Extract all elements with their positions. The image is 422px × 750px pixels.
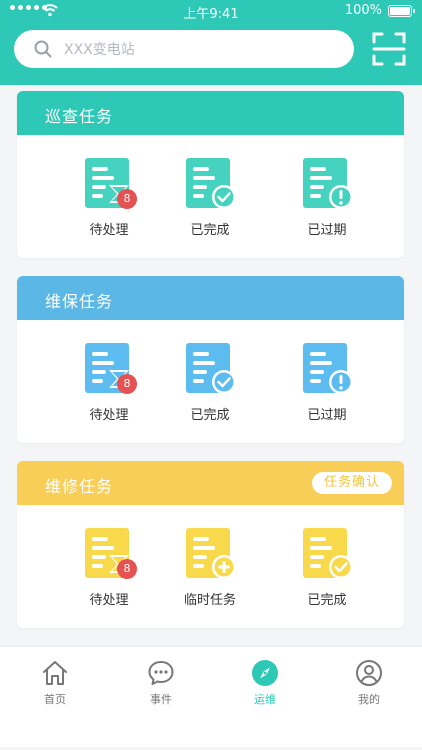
pending-count-badge: 8: [117, 559, 137, 579]
task-confirm-button[interactable]: 任务确认: [311, 472, 392, 494]
home-icon: [43, 661, 67, 685]
card-title: 维修任务: [45, 477, 114, 496]
battery-icon: [388, 5, 415, 17]
tab-label: 首页: [44, 693, 66, 706]
item-label: 已过期: [307, 408, 347, 423]
tab-label: 运维: [254, 693, 276, 706]
repair-temporary[interactable]: 临时任务: [160, 526, 260, 608]
item-label: 已完成: [190, 223, 230, 238]
document-alert-icon: [303, 343, 353, 394]
maintenance-completed[interactable]: 已完成: [160, 341, 260, 423]
tab-home[interactable]: 首页: [15, 659, 95, 707]
tab-label: 我的: [358, 693, 380, 706]
card-title: 维保任务: [45, 292, 114, 311]
search-icon: [34, 40, 52, 58]
document-add-icon: [186, 528, 236, 579]
card-title: 巡查任务: [45, 107, 114, 126]
tab-label: 事件: [150, 693, 172, 706]
item-label: 已完成: [190, 408, 230, 423]
search-input[interactable]: [62, 30, 346, 70]
maintenance-pending[interactable]: 8 待处理: [59, 341, 159, 423]
item-label: 待处理: [89, 593, 129, 608]
item-label: 已过期: [307, 223, 347, 238]
repair-completed[interactable]: 已完成: [277, 526, 377, 608]
repair-pending[interactable]: 8 待处理: [59, 526, 159, 608]
repair-task-card: 维修任务 任务确认 8 待处理 临时任务 已完成: [17, 461, 404, 628]
battery-level: 100%: [344, 3, 382, 18]
tab-operations[interactable]: 运维: [225, 659, 305, 707]
scan-icon[interactable]: [372, 32, 406, 66]
tab-events[interactable]: 事件: [121, 659, 201, 707]
search-bar[interactable]: [14, 30, 354, 70]
maintenance-task-card: 维保任务 8 待处理 已完成 已过期: [17, 276, 404, 443]
inspection-completed[interactable]: 已完成: [160, 156, 260, 238]
chat-bubble-icon: [148, 661, 174, 685]
item-label: 待处理: [89, 408, 129, 423]
inspection-expired[interactable]: 已过期: [277, 156, 377, 238]
document-check-icon: [186, 158, 236, 209]
document-check-icon: [186, 343, 236, 394]
document-check-icon: [303, 528, 353, 579]
status-bar: 上午9:41 100%: [0, 0, 422, 22]
inspection-task-card: 巡查任务 8 待处理 已完成 已过期: [17, 91, 404, 258]
inspection-pending[interactable]: 8 待处理: [59, 156, 159, 238]
maintenance-expired[interactable]: 已过期: [277, 341, 377, 423]
tab-profile[interactable]: 我的: [329, 659, 409, 707]
inspection-card-header: 巡查任务: [17, 91, 404, 135]
pending-count-badge: 8: [117, 374, 137, 394]
item-label: 临时任务: [183, 593, 236, 608]
user-icon: [356, 660, 382, 686]
maintenance-card-header: 维保任务: [17, 276, 404, 320]
item-label: 待处理: [89, 223, 129, 238]
compass-icon: [252, 660, 278, 686]
bottom-tab-bar: 首页 事件 运维 我的: [0, 646, 422, 747]
document-alert-icon: [303, 158, 353, 209]
app-header: 上午9:41 100%: [0, 0, 422, 85]
item-label: 已完成: [307, 593, 347, 608]
repair-card-header: 维修任务 任务确认: [17, 461, 404, 505]
pending-count-badge: 8: [117, 189, 137, 209]
